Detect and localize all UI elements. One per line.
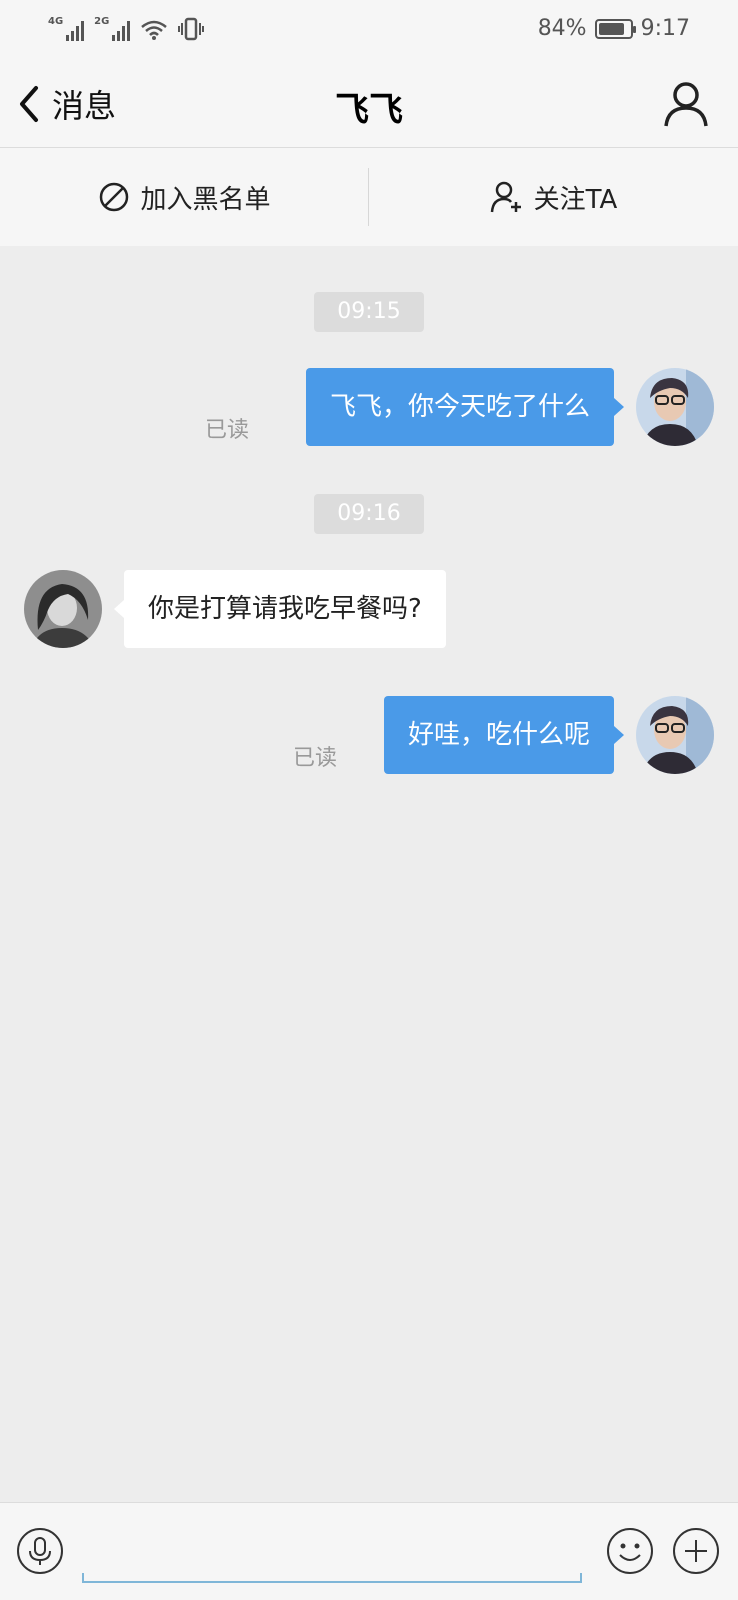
more-button[interactable] xyxy=(672,1527,720,1575)
battery-fill xyxy=(598,22,624,35)
input-underline xyxy=(82,1573,582,1583)
status-right: 84% 9:17 xyxy=(538,16,690,41)
profile-button[interactable] xyxy=(662,80,710,128)
message-list[interactable]: 09:15 已读 飞飞，你今天吃了什么 09:16 你是打算请我吃早餐吗? 已读… xyxy=(0,246,738,1502)
time-stamp: 09:15 xyxy=(314,292,424,332)
time-stamp: 09:16 xyxy=(314,494,424,534)
status-left: 4G 2G xyxy=(48,16,205,41)
block-icon xyxy=(100,182,129,212)
chat-screen: 4G 2G 84% 9:17 消息 飞飞 加入黑名单 关注TA 09:15 已读… xyxy=(0,0,738,1600)
network-type-2: 2G xyxy=(94,16,110,27)
battery-percent: 84% xyxy=(537,16,587,41)
follow-label: 关注TA xyxy=(533,184,618,215)
voice-button[interactable] xyxy=(16,1527,64,1575)
status-time: 9:17 xyxy=(640,16,690,41)
avatar-self[interactable] xyxy=(636,368,714,446)
plus-icon xyxy=(673,1528,719,1574)
message-bubble-outgoing[interactable]: 飞飞，你今天吃了什么 xyxy=(305,368,625,446)
status-bar: 4G 2G 84% 9:17 xyxy=(0,0,738,60)
follow-button[interactable]: 关注TA xyxy=(369,148,738,246)
vibrate-icon xyxy=(178,17,205,41)
avatar-contact[interactable] xyxy=(24,570,102,648)
message-bubble-incoming[interactable]: 你是打算请我吃早餐吗? xyxy=(114,570,446,648)
message-bubble-outgoing[interactable]: 好哇，吃什么呢 xyxy=(383,696,625,774)
page-title: 飞飞 xyxy=(335,90,403,130)
action-divider xyxy=(368,168,369,226)
emoji-button[interactable] xyxy=(606,1527,654,1575)
signal-icon: 2G xyxy=(94,16,131,41)
read-status: 已读 xyxy=(205,418,250,443)
network-type-1: 4G xyxy=(48,16,64,27)
action-bar: 加入黑名单 关注TA xyxy=(0,148,738,246)
smiley-icon xyxy=(607,1528,653,1574)
block-button[interactable]: 加入黑名单 xyxy=(0,148,369,246)
signal-icon: 4G xyxy=(48,16,85,41)
read-status: 已读 xyxy=(293,746,338,771)
input-bar xyxy=(0,1502,738,1600)
add-user-icon xyxy=(490,181,521,213)
title-bar: 消息 飞飞 xyxy=(0,60,738,148)
avatar-self[interactable] xyxy=(636,696,714,774)
user-icon xyxy=(664,82,708,127)
battery-icon xyxy=(594,18,636,39)
wifi-icon xyxy=(141,20,168,40)
block-label: 加入黑名单 xyxy=(140,184,271,215)
microphone-icon xyxy=(17,1528,63,1574)
